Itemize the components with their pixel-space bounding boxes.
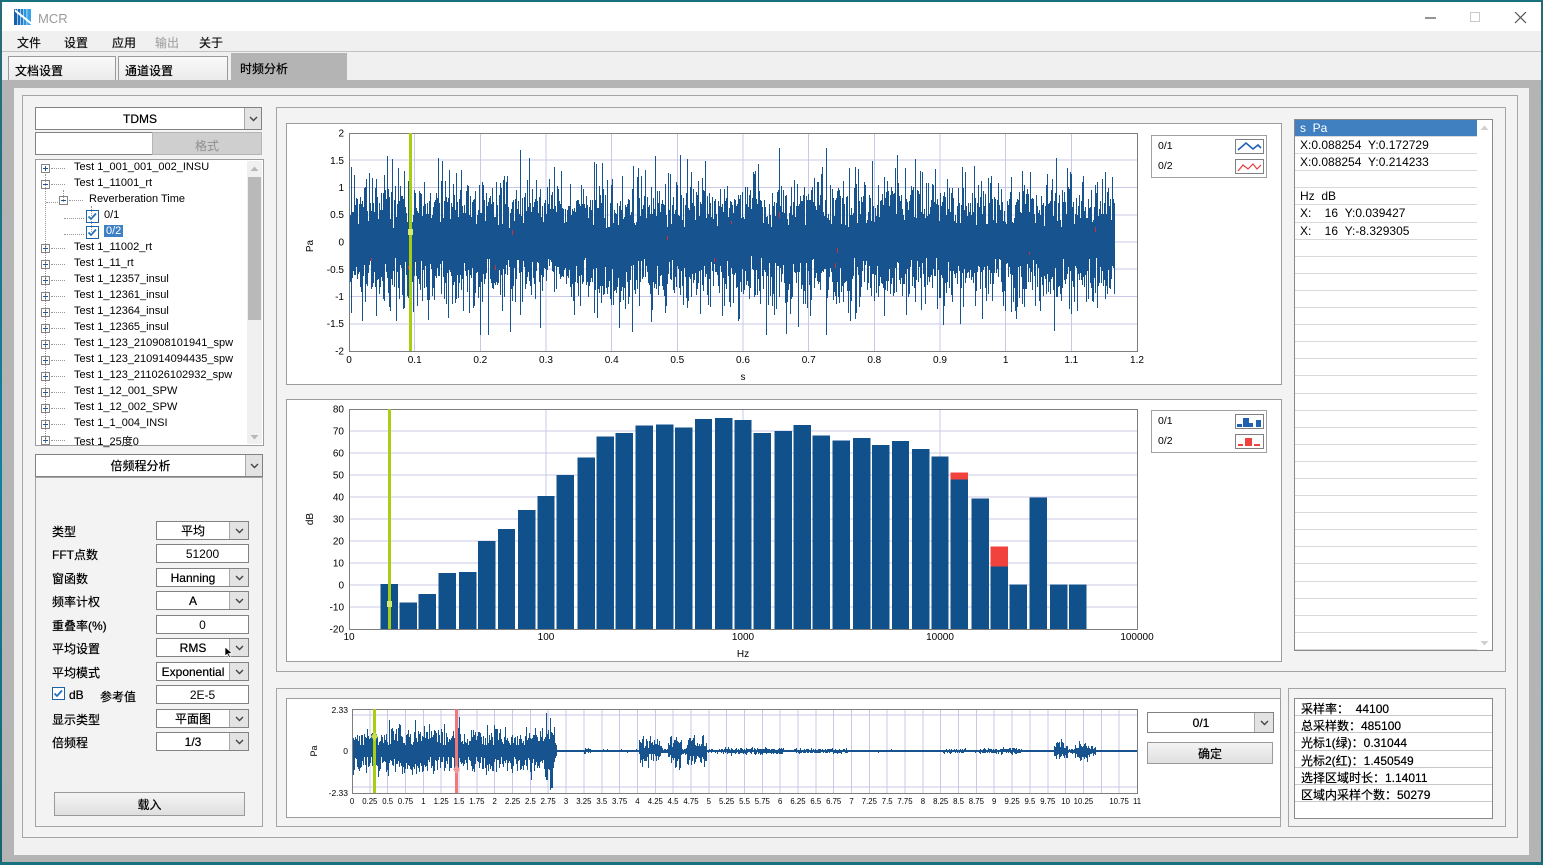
svg-text:8.75: 8.75: [969, 797, 985, 806]
svg-text:4.25: 4.25: [648, 797, 664, 806]
svg-text:4.5: 4.5: [668, 797, 680, 806]
svg-text:dB: dB: [305, 513, 316, 526]
svg-text:0.5: 0.5: [382, 797, 394, 806]
svg-text:0.6: 0.6: [736, 355, 750, 366]
svg-text:-2: -2: [335, 347, 344, 358]
svg-text:-1.5: -1.5: [327, 319, 345, 330]
svg-text:5: 5: [707, 797, 712, 806]
svg-text:0.5: 0.5: [670, 355, 684, 366]
svg-text:100: 100: [538, 632, 555, 643]
svg-text:0.5: 0.5: [330, 210, 344, 221]
svg-text:10000: 10000: [926, 632, 954, 643]
svg-text:1: 1: [1003, 355, 1009, 366]
svg-text:-1: -1: [335, 292, 344, 303]
svg-text:0.25: 0.25: [362, 797, 378, 806]
svg-text:10: 10: [333, 559, 345, 570]
svg-text:20: 20: [333, 537, 345, 548]
svg-text:0.1: 0.1: [408, 355, 422, 366]
svg-text:5.5: 5.5: [739, 797, 751, 806]
svg-text:10: 10: [1061, 797, 1070, 806]
svg-text:7: 7: [849, 797, 853, 806]
svg-text:1.25: 1.25: [434, 797, 450, 806]
svg-text:0: 0: [338, 581, 344, 592]
svg-text:5.25: 5.25: [719, 797, 735, 806]
svg-text:Pa: Pa: [309, 745, 319, 756]
svg-text:2: 2: [338, 129, 344, 140]
svg-text:0.75: 0.75: [398, 797, 414, 806]
svg-text:3: 3: [564, 797, 568, 806]
svg-text:-20: -20: [330, 625, 345, 636]
svg-text:9.25: 9.25: [1005, 797, 1021, 806]
svg-text:4: 4: [635, 797, 640, 806]
svg-text:11: 11: [1133, 797, 1141, 806]
svg-text:9: 9: [992, 797, 996, 806]
svg-text:1000: 1000: [732, 632, 755, 643]
svg-text:1.75: 1.75: [469, 797, 485, 806]
svg-text:Pa: Pa: [305, 239, 316, 252]
svg-text:9.75: 9.75: [1040, 797, 1056, 806]
svg-text:1.5: 1.5: [330, 156, 344, 167]
svg-text:0.7: 0.7: [802, 355, 816, 366]
svg-text:1.2: 1.2: [1130, 355, 1144, 366]
svg-text:0.9: 0.9: [933, 355, 947, 366]
svg-text:-10: -10: [330, 603, 345, 614]
svg-text:2.33: 2.33: [331, 705, 348, 715]
svg-text:-0.5: -0.5: [327, 265, 345, 276]
svg-text:1.1: 1.1: [1064, 355, 1078, 366]
svg-text:7.25: 7.25: [862, 797, 878, 806]
svg-text:10: 10: [343, 632, 355, 643]
svg-text:2.25: 2.25: [505, 797, 521, 806]
svg-text:60: 60: [333, 449, 345, 460]
svg-text:10.75: 10.75: [1109, 797, 1129, 806]
svg-text:1: 1: [421, 797, 425, 806]
svg-text:6: 6: [778, 797, 782, 806]
svg-text:6.75: 6.75: [826, 797, 842, 806]
svg-text:0: 0: [346, 355, 352, 366]
svg-text:100000: 100000: [1120, 632, 1154, 643]
svg-text:5.75: 5.75: [755, 797, 771, 806]
svg-text:7.5: 7.5: [882, 797, 894, 806]
svg-text:0.4: 0.4: [605, 355, 619, 366]
svg-text:1: 1: [338, 183, 344, 194]
svg-text:0.2: 0.2: [473, 355, 487, 366]
svg-text:6.5: 6.5: [810, 797, 822, 806]
svg-text:0.8: 0.8: [867, 355, 881, 366]
svg-text:10.25: 10.25: [1074, 797, 1094, 806]
svg-text:40: 40: [333, 493, 345, 504]
svg-text:6.25: 6.25: [790, 797, 806, 806]
svg-text:8.25: 8.25: [933, 797, 949, 806]
svg-text:3.75: 3.75: [612, 797, 628, 806]
svg-text:30: 30: [333, 515, 345, 526]
svg-text:2: 2: [493, 797, 497, 806]
svg-text:1.5: 1.5: [454, 797, 466, 806]
svg-text:0: 0: [338, 238, 344, 249]
svg-text:9.5: 9.5: [1024, 797, 1036, 806]
svg-text:4.75: 4.75: [683, 797, 699, 806]
svg-text:0: 0: [343, 746, 348, 756]
svg-text:7.75: 7.75: [897, 797, 913, 806]
svg-text:0: 0: [350, 797, 355, 806]
svg-text:8: 8: [921, 797, 925, 806]
svg-text:3.5: 3.5: [596, 797, 608, 806]
svg-text:3.25: 3.25: [576, 797, 592, 806]
svg-text:70: 70: [333, 427, 345, 438]
svg-text:2.5: 2.5: [525, 797, 537, 806]
svg-text:80: 80: [333, 405, 345, 416]
svg-text:2.75: 2.75: [541, 797, 557, 806]
svg-text:50: 50: [333, 471, 345, 482]
svg-text:0.3: 0.3: [539, 355, 553, 366]
svg-text:8.5: 8.5: [953, 797, 965, 806]
svg-text:Hz: Hz: [737, 649, 749, 660]
svg-text:-2.33: -2.33: [329, 788, 349, 798]
svg-text:s: s: [741, 372, 746, 383]
